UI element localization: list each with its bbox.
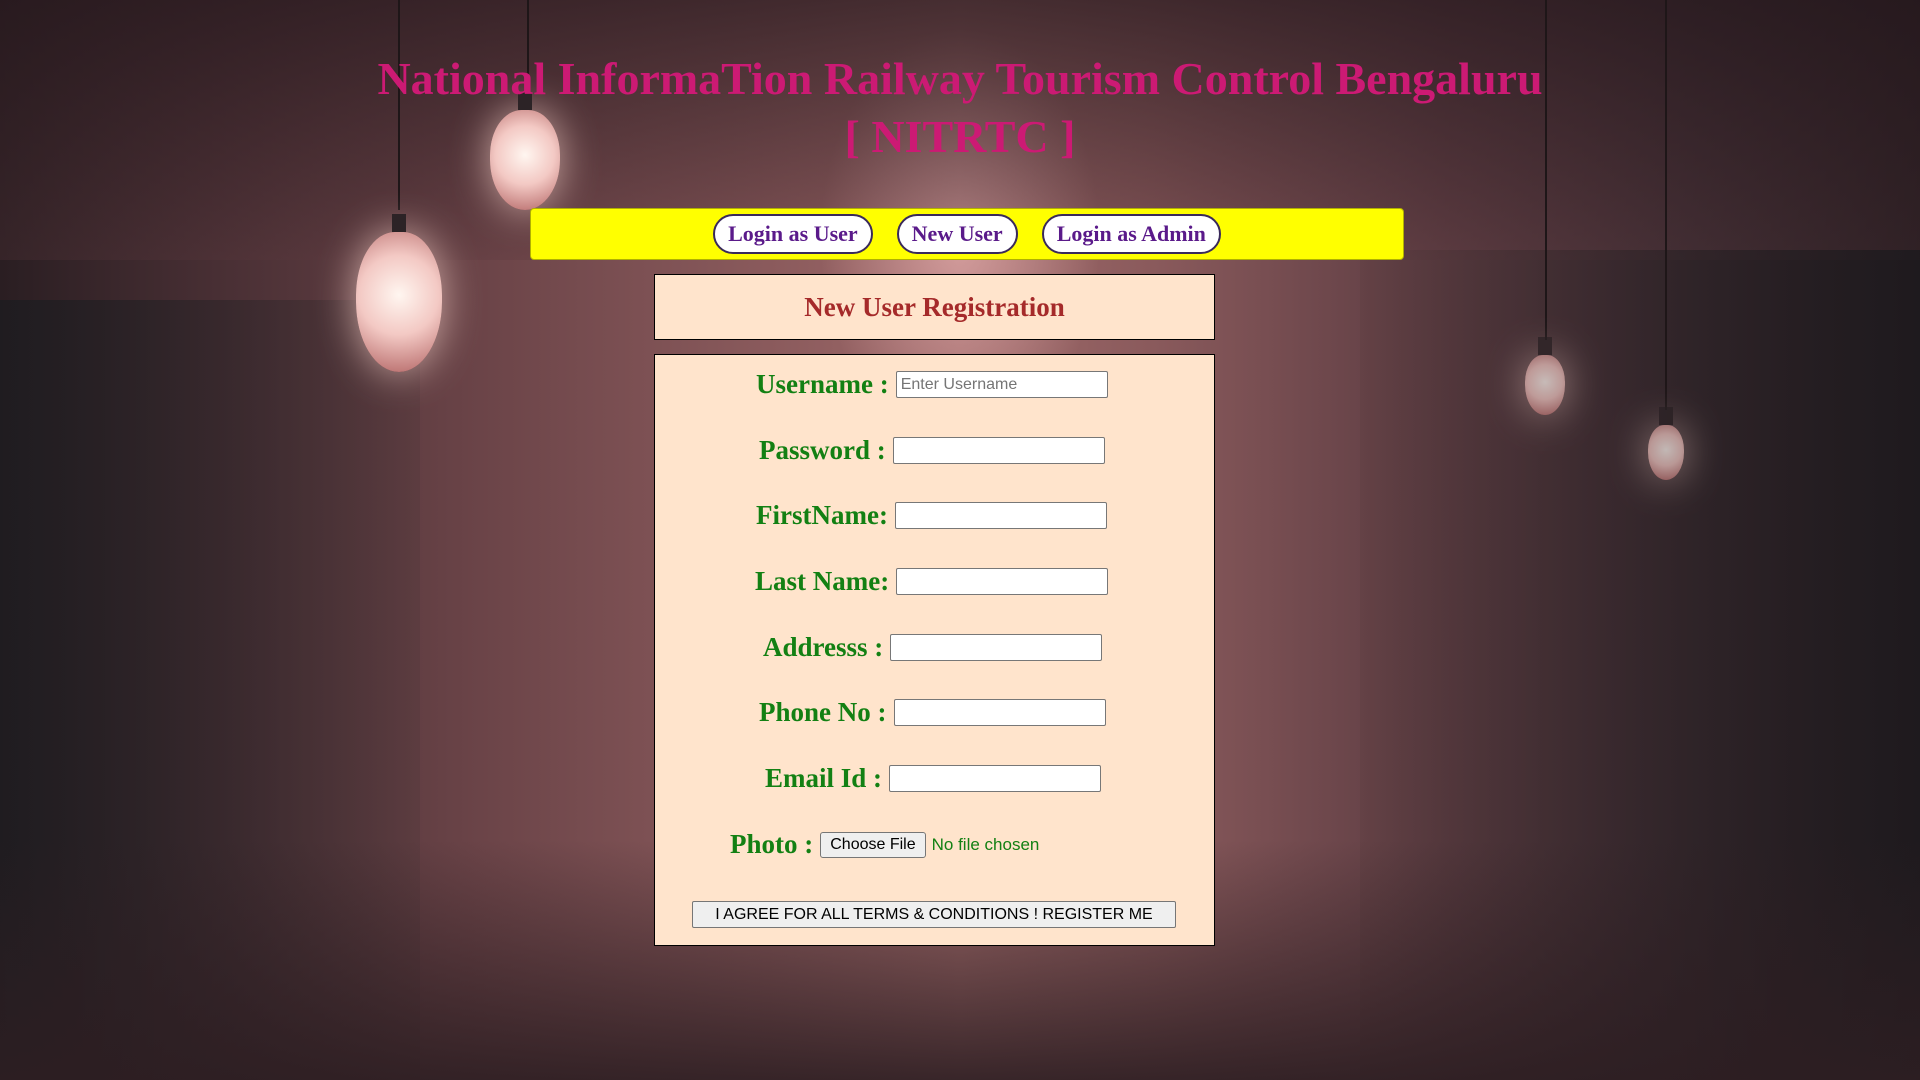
lastname-row: Last Name: xyxy=(755,566,1109,597)
page-title-line2: [ NITRTC ] xyxy=(844,111,1076,162)
choose-file-button[interactable]: Choose File xyxy=(820,831,926,858)
file-status-text: No file chosen xyxy=(931,834,1040,854)
address-input[interactable] xyxy=(890,634,1103,661)
login-as-user-button[interactable]: Login as User xyxy=(713,214,873,254)
photo-label: Photo : xyxy=(730,829,814,859)
firstname-row: FirstName: xyxy=(756,500,1107,531)
page-title: National InformaTion Railway Tourism Con… xyxy=(0,50,1920,166)
username-label: Username : xyxy=(756,369,889,399)
new-user-button[interactable]: New User xyxy=(896,214,1018,254)
phone-input[interactable] xyxy=(893,699,1106,726)
firstname-input[interactable] xyxy=(894,502,1107,529)
lastname-label: Last Name: xyxy=(755,566,890,596)
email-input[interactable] xyxy=(889,765,1102,792)
password-row: Password : xyxy=(759,435,1105,466)
phone-row: Phone No : xyxy=(759,697,1106,728)
password-input[interactable] xyxy=(892,437,1105,464)
page-title-line1: National InformaTion Railway Tourism Con… xyxy=(377,53,1543,104)
email-label: Email Id : xyxy=(765,763,883,793)
firstname-label: FirstName: xyxy=(756,500,888,530)
nav-bar: Login as User New User Login as Admin xyxy=(530,208,1404,260)
register-submit-button[interactable]: I AGREE FOR ALL TERMS & CONDITIONS ! REG… xyxy=(692,901,1176,928)
photo-row: Photo : Choose File No file chosen xyxy=(730,829,1039,860)
hanging-bulb xyxy=(1648,407,1684,480)
address-row: Addresss : xyxy=(763,632,1103,663)
email-row: Email Id : xyxy=(765,763,1102,794)
hanging-bulb xyxy=(1525,337,1565,415)
background-right-stalls xyxy=(1360,250,1920,1080)
phone-label: Phone No : xyxy=(759,697,887,727)
login-as-admin-button[interactable]: Login as Admin xyxy=(1041,214,1221,254)
hanging-bulb xyxy=(356,214,442,372)
username-row: Username : xyxy=(756,369,1108,400)
username-input[interactable] xyxy=(895,371,1108,398)
lastname-input[interactable] xyxy=(896,568,1109,595)
registration-heading: New User Registration xyxy=(804,291,1065,322)
registration-form: Username : Password : FirstName: Last Na… xyxy=(654,354,1215,946)
password-label: Password : xyxy=(759,435,886,465)
registration-header-panel: New User Registration xyxy=(654,274,1215,340)
address-label: Addresss : xyxy=(763,632,884,662)
background-left-stalls xyxy=(0,300,420,1080)
